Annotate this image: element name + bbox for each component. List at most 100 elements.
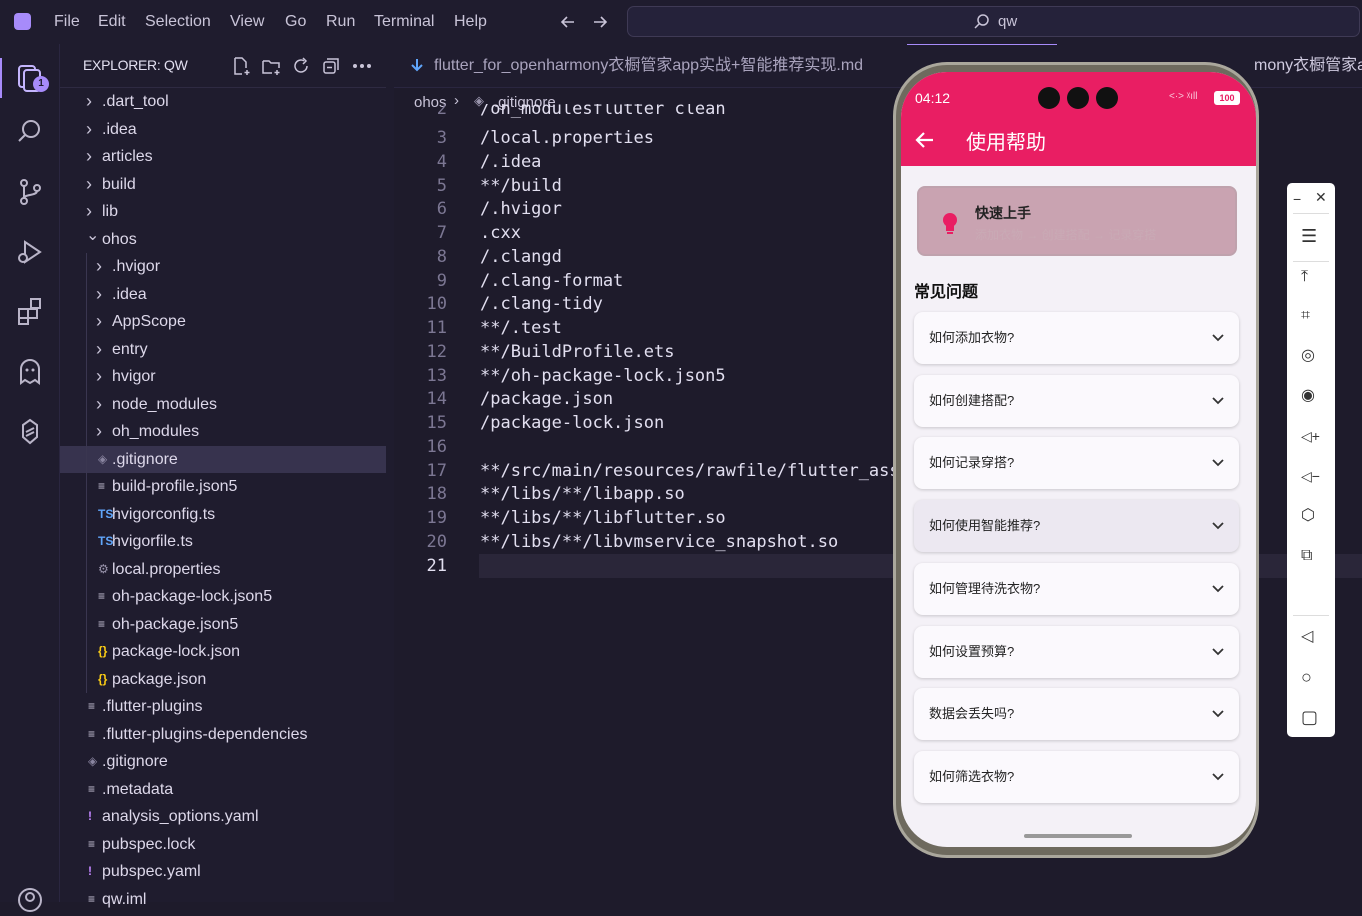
- tree-file[interactable]: ⚙ local.properties: [60, 556, 386, 583]
- nav-forward-icon[interactable]: [590, 12, 610, 32]
- breadcrumb-separator-icon: ›: [454, 92, 459, 109]
- volume-down-icon[interactable]: ◁−: [1301, 466, 1321, 486]
- explorer-active-indicator: [0, 58, 2, 98]
- faq-item[interactable]: 如何使用智能推荐?: [914, 500, 1239, 553]
- tree-file[interactable]: TS hvigorfile.ts: [60, 528, 386, 555]
- tree-file[interactable]: {} package-lock.json: [60, 638, 386, 665]
- tree-item-label: package.json: [112, 670, 207, 688]
- nav-back-icon[interactable]: [558, 12, 578, 32]
- tree-item-label: local.properties: [112, 560, 221, 578]
- tree-folder[interactable]: › oh_modules: [60, 418, 386, 445]
- tree-item-label: pubspec.lock: [102, 835, 196, 853]
- command-search[interactable]: qw: [627, 6, 1360, 37]
- tree-file[interactable]: ! analysis_options.yaml: [60, 803, 386, 830]
- new-folder-icon[interactable]: [261, 56, 281, 76]
- tree-file[interactable]: ≡ oh-package-lock.json5: [60, 583, 386, 610]
- tree-file[interactable]: ◈ .gitignore: [60, 445, 386, 473]
- shake-icon[interactable]: ⬡: [1301, 506, 1321, 526]
- tree-file[interactable]: TS hvigorconfig.ts: [60, 501, 386, 528]
- menu-help[interactable]: Help: [454, 0, 487, 44]
- tree-folder[interactable]: › articles: [60, 143, 386, 170]
- record-icon[interactable]: ◉: [1301, 386, 1321, 406]
- tree-item-label: .metadata: [102, 780, 174, 798]
- ghost-extension-icon[interactable]: [14, 356, 46, 388]
- tree-folder[interactable]: › hvigor: [60, 363, 386, 390]
- lines-file-icon: ≡: [98, 479, 106, 493]
- menu-selection[interactable]: Selection: [145, 0, 211, 44]
- json-file-icon: {}: [98, 644, 108, 658]
- explorer-sidebar: EXPLORER: QW › .dart_tool › .idea › articles ›…: [60, 44, 394, 908]
- volume-up-icon[interactable]: ◁+: [1301, 426, 1321, 446]
- more-actions-icon[interactable]: [351, 56, 373, 76]
- tree-item-label: package-lock.json: [112, 643, 241, 660]
- menu-terminal[interactable]: Terminal: [374, 0, 434, 44]
- run-debug-icon[interactable]: [14, 236, 46, 268]
- tree-folder[interactable]: › entry: [60, 336, 386, 363]
- tree-file[interactable]: {} package.json: [60, 666, 386, 693]
- tree-folder[interactable]: › .idea: [60, 281, 386, 308]
- tree-item-label: oh_modules: [112, 423, 200, 440]
- tree-file[interactable]: ≡ qw.iml: [60, 886, 386, 913]
- pin-top-icon[interactable]: ⤒: [1301, 267, 1321, 287]
- yaml-file-icon: !: [88, 809, 92, 823]
- faq-question: 数据会丢失吗?: [929, 706, 1015, 722]
- tree-folder[interactable]: › .hvigor: [60, 253, 386, 280]
- tab-markdown-file-2[interactable]: mony衣橱管家app: [1254, 44, 1362, 88]
- nav-recents-icon[interactable]: ▢: [1301, 707, 1321, 727]
- emulator-toolbar: − ✕ ☰ ⤒ ⌗ ◎ ◉ ◁+ ◁− ⬡ ⧉ ◁ ○ ▢: [1287, 183, 1335, 737]
- tree-folder[interactable]: › node_modules: [60, 391, 386, 418]
- tree-file[interactable]: ≡ .flutter-plugins: [60, 693, 386, 720]
- crop-screenshot-icon[interactable]: ⌗: [1301, 306, 1321, 326]
- chevron-down-icon: [1212, 397, 1224, 404]
- faq-item[interactable]: 如何设置预算?: [914, 625, 1239, 678]
- lines-file-icon: ≡: [98, 589, 106, 603]
- harmony-extension-icon[interactable]: [14, 416, 46, 448]
- nav-back-triangle-icon[interactable]: ◁: [1301, 627, 1321, 647]
- rotate-icon[interactable]: ◎: [1301, 346, 1321, 366]
- new-file-icon[interactable]: [231, 56, 251, 76]
- account-icon[interactable]: [14, 884, 46, 916]
- tree-folder[interactable]: › AppScope: [60, 308, 386, 335]
- faq-list: 如何添加衣物? 如何创建搭配? 如何记录穿搭? 如何使用智能推荐? 如何管理待洗衣物? 如…: [901, 72, 1256, 847]
- app-logo-icon: [14, 13, 31, 30]
- faq-item[interactable]: 如何记录穿搭?: [914, 437, 1239, 490]
- source-control-icon[interactable]: [14, 176, 46, 208]
- tree-file[interactable]: ≡ pubspec.lock: [60, 831, 386, 858]
- faq-item[interactable]: 如何管理待洗衣物?: [914, 562, 1239, 615]
- tree-file[interactable]: ≡ .flutter-plugins-dependencies: [60, 721, 386, 748]
- faq-item[interactable]: 如何筛选衣物?: [914, 750, 1239, 803]
- search-view-icon[interactable]: [14, 116, 46, 148]
- breadcrumb-file[interactable]: .gitignore: [494, 94, 556, 111]
- tab-markdown-file[interactable]: flutter_for_openharmony衣橱管家app实战+智能推荐实现.…: [434, 44, 863, 88]
- chevron-down-icon: [1212, 647, 1224, 655]
- menu-file[interactable]: File: [54, 0, 80, 44]
- tree-file[interactable]: ◈ .gitignore: [60, 748, 386, 775]
- faq-item[interactable]: 如何创建搭配?: [914, 374, 1239, 427]
- tree-folder[interactable]: ⌄ ohos: [60, 226, 386, 253]
- tree-folder[interactable]: › .idea: [60, 116, 386, 143]
- minimize-icon[interactable]: −: [1293, 191, 1307, 211]
- faq-item[interactable]: 如何添加衣物?: [914, 312, 1239, 364]
- chevron-right-icon: ›: [86, 118, 92, 139]
- tree-folder[interactable]: › build: [60, 171, 386, 198]
- close-icon[interactable]: ✕: [1315, 189, 1329, 209]
- tree-folder[interactable]: › lib: [60, 198, 386, 225]
- collapse-all-icon[interactable]: [321, 56, 341, 76]
- tree-file[interactable]: ≡ oh-package.json5: [60, 611, 386, 638]
- menu-icon[interactable]: ☰: [1301, 226, 1321, 246]
- extensions-icon[interactable]: [14, 296, 46, 328]
- multi-device-icon[interactable]: ⧉: [1301, 546, 1321, 566]
- tree-folder[interactable]: › .dart_tool: [60, 88, 386, 115]
- tree-file[interactable]: ≡ .metadata: [60, 776, 386, 803]
- menu-run[interactable]: Run: [326, 0, 355, 44]
- menu-go[interactable]: Go: [285, 0, 306, 44]
- nav-home-icon[interactable]: ○: [1301, 667, 1321, 687]
- home-indicator[interactable]: [1024, 834, 1132, 838]
- tree-file[interactable]: ≡ build-profile.json5: [60, 473, 386, 500]
- menu-edit[interactable]: Edit: [98, 0, 126, 44]
- menu-view[interactable]: View: [230, 0, 264, 44]
- faq-item[interactable]: 数据会丢失吗?: [914, 688, 1239, 741]
- breadcrumb-folder[interactable]: ohos: [414, 94, 447, 111]
- tree-file[interactable]: ! pubspec.yaml: [60, 858, 386, 885]
- refresh-icon[interactable]: [291, 56, 311, 76]
